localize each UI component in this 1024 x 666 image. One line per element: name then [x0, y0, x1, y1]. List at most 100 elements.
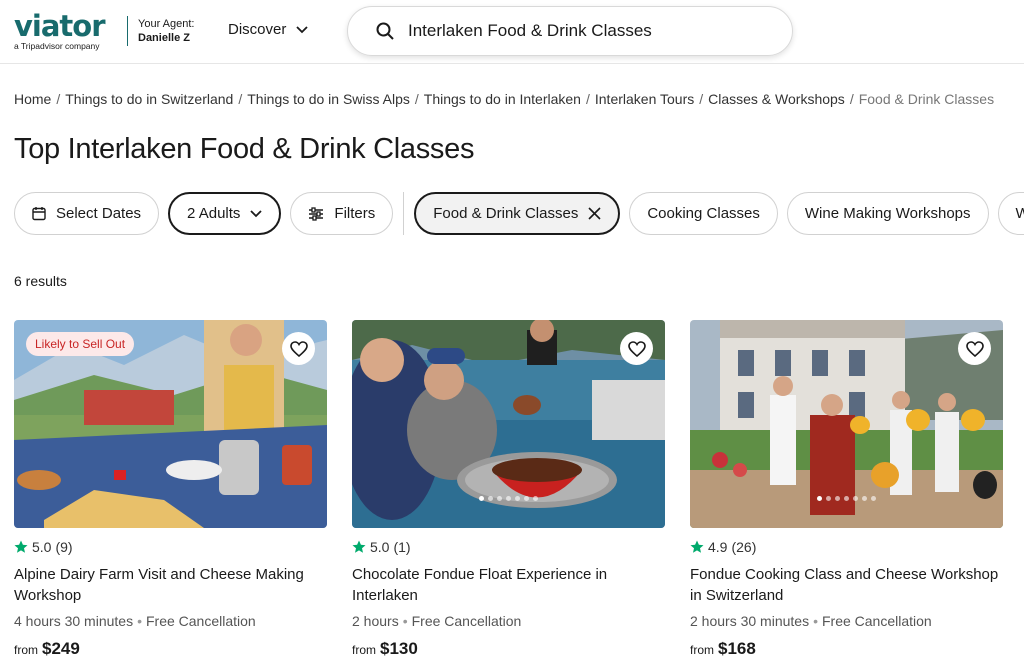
price-from: from	[352, 643, 376, 657]
viator-logo[interactable]: viator a Tripadvisor company	[14, 9, 124, 52]
agent-info: Your Agent: Danielle Z	[138, 17, 194, 45]
adults-label: 2 Adults	[187, 205, 241, 222]
heart-icon	[627, 340, 646, 357]
sliders-icon	[309, 206, 324, 221]
filter-bar: Select Dates 2 Adults Filters Food & Dri…	[14, 192, 1024, 236]
product-title[interactable]: Alpine Dairy Farm Visit and Cheese Makin…	[14, 564, 327, 606]
review-count: (9)	[55, 539, 73, 555]
carousel-dot[interactable]	[488, 496, 493, 501]
product-meta: 2 hours 30 minutes • Free Cancellation	[690, 613, 1003, 629]
chip-label: Wine Making Workshops	[804, 205, 971, 222]
select-dates-button[interactable]: Select Dates	[14, 192, 160, 235]
chevron-down-icon	[296, 25, 308, 33]
breadcrumb-separator: /	[699, 91, 704, 107]
filters-button[interactable]: Filters	[290, 192, 394, 235]
product-image[interactable]	[352, 320, 665, 528]
breadcrumb-current: Food & Drink Classes	[858, 91, 995, 107]
carousel-dots[interactable]	[690, 496, 1003, 501]
logo-subtitle: a Tripadvisor company	[14, 41, 100, 51]
chip-label: Cooking Classes	[647, 205, 760, 222]
price: from $168	[690, 639, 1003, 659]
rating: 5.0 (9)	[14, 539, 327, 555]
rating-value: 4.9	[708, 539, 728, 555]
close-icon[interactable]	[588, 207, 601, 220]
carousel-dot[interactable]	[853, 496, 858, 501]
product-card[interactable]: 4.9 (26) Fondue Cooking Class and Cheese…	[690, 320, 1003, 659]
breadcrumb-home[interactable]: Home	[14, 91, 51, 107]
product-title[interactable]: Chocolate Fondue Float Experience in Int…	[352, 564, 665, 606]
product-card[interactable]: Likely to Sell Out 5.0 (9) Alpine Dairy …	[14, 320, 327, 659]
adults-selector[interactable]: 2 Adults	[168, 192, 282, 235]
star-icon	[14, 540, 28, 553]
carousel-dot[interactable]	[479, 496, 484, 501]
carousel-dot[interactable]	[533, 496, 538, 501]
agent-label: Your Agent:	[138, 18, 195, 30]
price-from: from	[690, 643, 714, 657]
carousel-dot[interactable]	[835, 496, 840, 501]
breadcrumb-separator: /	[849, 91, 854, 107]
cancellation: Free Cancellation	[821, 613, 932, 629]
wishlist-button[interactable]	[620, 332, 653, 365]
chip-wine-making-workshops[interactable]: Wine Making Workshops	[786, 192, 989, 235]
chevron-down-icon	[250, 209, 263, 217]
carousel-dot[interactable]	[506, 496, 511, 501]
rating-value: 5.0	[32, 539, 52, 555]
breadcrumb-classes-workshops[interactable]: Classes & Workshops	[708, 91, 845, 107]
search-input[interactable]	[408, 21, 788, 41]
product-image[interactable]: Likely to Sell Out	[14, 320, 327, 528]
chip-label: Food & Drink Classes	[433, 205, 579, 222]
carousel-dots[interactable]	[352, 496, 665, 501]
wishlist-button[interactable]	[282, 332, 315, 365]
meta-bullet: •	[813, 613, 818, 629]
wishlist-button[interactable]	[958, 332, 991, 365]
breadcrumb-interlaken-tours[interactable]: Interlaken Tours	[595, 91, 694, 107]
chip-label: Wi	[1015, 205, 1024, 222]
duration: 2 hours	[352, 613, 399, 629]
product-image[interactable]	[690, 320, 1003, 528]
price: from $130	[352, 639, 665, 659]
carousel-dot[interactable]	[826, 496, 831, 501]
discover-menu[interactable]: Discover	[228, 21, 308, 38]
rating: 4.9 (26)	[690, 539, 1003, 555]
review-count: (1)	[393, 539, 411, 555]
select-dates-label: Select Dates	[56, 205, 142, 222]
breadcrumb-separator: /	[585, 91, 590, 107]
breadcrumb-swiss-alps[interactable]: Things to do in Swiss Alps	[247, 91, 410, 107]
sell-out-badge: Likely to Sell Out	[26, 332, 135, 356]
site-header: viator a Tripadvisor company Your Agent:…	[0, 0, 1024, 64]
carousel-dot[interactable]	[515, 496, 520, 501]
duration: 2 hours 30 minutes	[690, 613, 810, 629]
review-count: (26)	[731, 539, 757, 555]
discover-label: Discover	[228, 21, 287, 38]
breadcrumb: Home / Things to do in Switzerland / Things …	[14, 91, 994, 107]
carousel-dot[interactable]	[844, 496, 849, 501]
breadcrumb-switzerland[interactable]: Things to do in Switzerland	[65, 91, 233, 107]
logo-divider	[127, 16, 128, 46]
star-icon	[352, 540, 366, 553]
carousel-dot[interactable]	[817, 496, 822, 501]
breadcrumb-interlaken[interactable]: Things to do in Interlaken	[424, 91, 581, 107]
price-amount: $168	[718, 639, 756, 658]
carousel-dot[interactable]	[862, 496, 867, 501]
heart-icon	[965, 340, 984, 357]
product-card[interactable]: 5.0 (1) Chocolate Fondue Float Experienc…	[352, 320, 665, 659]
cancellation: Free Cancellation	[145, 613, 256, 629]
chip-cooking-classes[interactable]: Cooking Classes	[629, 192, 778, 235]
carousel-dot[interactable]	[871, 496, 876, 501]
carousel-dot[interactable]	[497, 496, 502, 501]
chip-partial[interactable]: Wi	[997, 192, 1024, 235]
product-title[interactable]: Fondue Cooking Class and Cheese Workshop…	[690, 564, 1003, 606]
heart-icon	[289, 340, 308, 357]
duration: 4 hours 30 minutes	[14, 613, 134, 629]
price-amount: $130	[380, 639, 418, 658]
filters-label: Filters	[334, 205, 376, 222]
chip-food-drink-classes[interactable]: Food & Drink Classes	[414, 192, 621, 235]
agent-name: Danielle Z	[138, 32, 190, 44]
results-count: 6 results	[14, 273, 67, 289]
logo-wordmark: viator	[14, 9, 106, 43]
page-title: Top Interlaken Food & Drink Classes	[14, 133, 475, 165]
search-bar[interactable]	[347, 6, 793, 56]
price-amount: $249	[42, 639, 80, 658]
carousel-dot[interactable]	[524, 496, 529, 501]
rating-value: 5.0	[370, 539, 390, 555]
